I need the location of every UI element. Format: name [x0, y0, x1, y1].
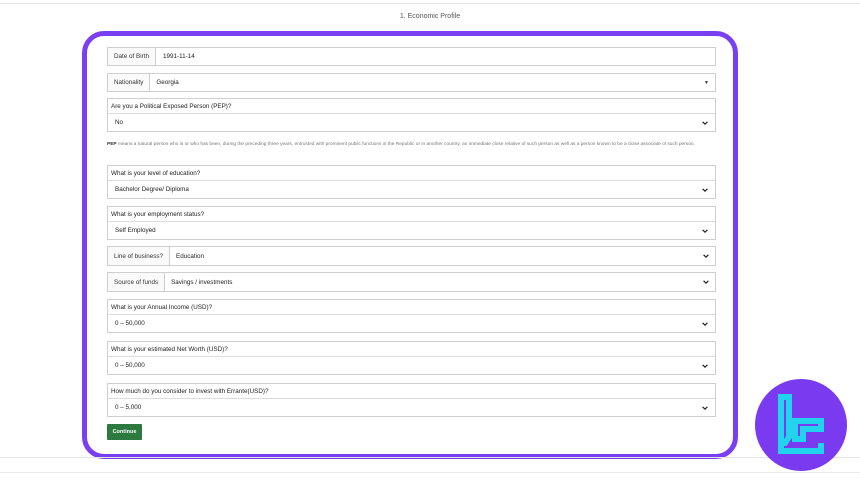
- invest-amount-value: 0 – 5,000: [115, 404, 142, 411]
- chevron-down-icon: [703, 279, 709, 285]
- chevron-down-icon: [702, 405, 708, 411]
- pep-note-term: PEP: [107, 142, 117, 147]
- net-worth-value: 0 – 50,000: [115, 362, 145, 369]
- source-of-funds-label: Source of funds: [108, 273, 166, 291]
- education-field: What is your level of education? Bachelo…: [107, 165, 716, 199]
- tradingfinder-logo-icon: [755, 379, 847, 471]
- chevron-down-icon: [702, 187, 708, 193]
- annual-income-label: What is your Annual Income (USD)?: [108, 300, 715, 315]
- invest-amount-label: How much do you consider to invest with …: [108, 384, 715, 399]
- line-of-business-value: Education: [176, 252, 205, 260]
- education-label: What is your level of education?: [108, 166, 715, 181]
- net-worth-select[interactable]: 0 – 50,000: [108, 357, 715, 374]
- nationality-select[interactable]: Georgia ▼: [150, 74, 715, 91]
- net-worth-label: What is your estimated Net Worth (USD)?: [108, 342, 715, 357]
- nationality-label: Nationality: [108, 74, 151, 91]
- employment-value: Self Employed: [115, 227, 156, 234]
- source-of-funds-select[interactable]: Savings / investments: [165, 273, 715, 291]
- line-of-business-label: Line of business?: [108, 247, 171, 265]
- pep-note-text: means a natural person who is or who has…: [116, 142, 695, 147]
- employment-select[interactable]: Self Employed: [108, 222, 715, 239]
- pep-value: No: [115, 119, 124, 126]
- chevron-down-icon: [702, 363, 708, 369]
- pep-definition-note: PEP means a natural person who is or who…: [107, 141, 716, 148]
- annual-income-field: What is your Annual Income (USD)? 0 – 50…: [107, 299, 716, 333]
- invest-amount-field: How much do you consider to invest with …: [107, 383, 716, 417]
- date-of-birth-input[interactable]: 1991-11-14: [156, 48, 715, 65]
- caret-down-icon: ▼: [704, 79, 709, 86]
- logo-glyph: [778, 394, 824, 454]
- invest-amount-select[interactable]: 0 – 5,000: [108, 399, 715, 416]
- annual-income-select[interactable]: 0 – 50,000: [108, 315, 715, 332]
- nationality-value: Georgia: [156, 79, 179, 86]
- continue-button[interactable]: Continue: [107, 424, 142, 440]
- line-of-business-select[interactable]: Education: [170, 247, 715, 265]
- source-of-funds-field[interactable]: Source of funds Savings / investments: [107, 272, 716, 292]
- source-of-funds-value: Savings / investments: [171, 278, 233, 286]
- employment-field: What is your employment status? Self Emp…: [107, 206, 716, 240]
- date-of-birth-field[interactable]: Date of Birth 1991-11-14: [107, 47, 716, 66]
- chevron-down-icon: [702, 321, 708, 327]
- chevron-down-icon: [702, 120, 708, 126]
- annual-income-value: 0 – 50,000: [115, 320, 145, 327]
- bottom-divider-2: [0, 472, 860, 473]
- top-divider: [0, 3, 860, 4]
- employment-label: What is your employment status?: [108, 207, 715, 222]
- pep-select[interactable]: No: [108, 114, 715, 131]
- pep-field: Are you a Political Exposed Person (PEP)…: [107, 98, 716, 132]
- step-title: 1. Economic Profile: [399, 13, 461, 20]
- nationality-field[interactable]: Nationality Georgia ▼: [107, 73, 716, 92]
- education-value: Bachelor Degree/ Diploma: [115, 186, 189, 193]
- bottom-divider: [0, 457, 860, 458]
- date-of-birth-label: Date of Birth: [108, 48, 156, 65]
- net-worth-field: What is your estimated Net Worth (USD)? …: [107, 341, 716, 375]
- chevron-down-icon: [703, 253, 709, 259]
- chevron-down-icon: [702, 228, 708, 234]
- education-select[interactable]: Bachelor Degree/ Diploma: [108, 181, 715, 198]
- line-of-business-field[interactable]: Line of business? Education: [107, 246, 716, 266]
- pep-label: Are you a Political Exposed Person (PEP)…: [108, 99, 715, 114]
